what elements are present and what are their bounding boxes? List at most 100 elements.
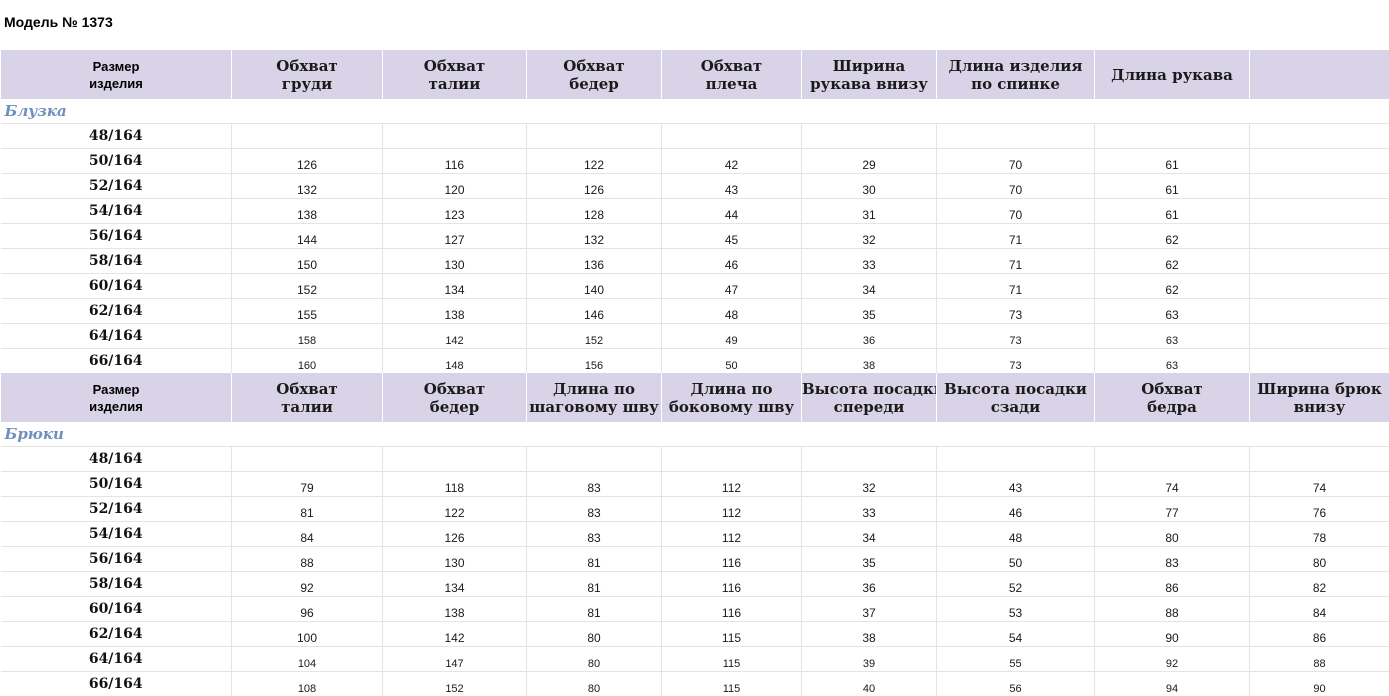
header-line: рукава внизу (802, 75, 936, 93)
value-cell: 138 (383, 597, 527, 622)
value-cell: 138 (232, 199, 383, 224)
value-cell (1095, 447, 1250, 472)
header-line: плеча (662, 75, 801, 93)
table-row: 54/16413812312844317061 (1, 199, 1389, 224)
value-cell: 33 (802, 497, 937, 522)
value-cell (383, 447, 527, 472)
value-cell (937, 124, 1095, 149)
value-cell: 77 (1095, 497, 1250, 522)
value-cell: 120 (383, 174, 527, 199)
value-cell: 86 (1095, 572, 1250, 597)
pants-section-label: Брюки (1, 422, 1389, 447)
blouse-section-row: Блузка (1, 99, 1389, 124)
value-cell: 79 (232, 472, 383, 497)
value-cell: 73 (937, 349, 1095, 374)
value-cell (232, 124, 383, 149)
value-cell: 150 (232, 249, 383, 274)
value-cell: 152 (383, 672, 527, 696)
value-cell (662, 124, 802, 149)
value-cell: 31 (802, 199, 937, 224)
size-cell: 66/164 (1, 672, 232, 696)
header-line: по спинке (937, 75, 1094, 93)
value-cell: 116 (662, 597, 802, 622)
size-cell: 48/164 (1, 124, 232, 149)
value-cell (383, 124, 527, 149)
value-cell: 112 (662, 472, 802, 497)
value-cell: 83 (527, 497, 662, 522)
blouse-header-row: РазмеризделияОбхватгрудиОбхватталииОбхва… (1, 50, 1389, 99)
table-row: 66/16416014815650387363 (1, 349, 1389, 374)
value-cell (1095, 124, 1250, 149)
value-cell: 63 (1095, 324, 1250, 349)
value-cell: 122 (527, 149, 662, 174)
value-cell: 80 (1095, 522, 1250, 547)
header-line: Ширина (802, 57, 936, 75)
value-cell: 50 (937, 547, 1095, 572)
size-cell: 52/164 (1, 174, 232, 199)
value-cell: 86 (1250, 622, 1389, 647)
size-cell: 48/164 (1, 447, 232, 472)
size-cell: 54/164 (1, 199, 232, 224)
value-cell: 43 (937, 472, 1095, 497)
value-cell: 83 (527, 472, 662, 497)
header-line: Высота посадки (802, 380, 936, 398)
value-cell: 140 (527, 274, 662, 299)
value-cell: 62 (1095, 274, 1250, 299)
pants-section-row: Брюки (1, 422, 1389, 447)
size-chart-table: РазмеризделияОбхватгрудиОбхватталииОбхва… (0, 50, 1389, 696)
value-cell: 32 (802, 224, 937, 249)
value-cell: 80 (1250, 547, 1389, 572)
value-cell: 61 (1095, 174, 1250, 199)
value-cell: 35 (802, 547, 937, 572)
size-cell: 58/164 (1, 249, 232, 274)
value-cell: 138 (383, 299, 527, 324)
table-row: 52/16413212012643307061 (1, 174, 1389, 199)
value-cell: 81 (232, 497, 383, 522)
pants-header-cell: Обхватбедер (383, 373, 527, 422)
value-cell: 112 (662, 497, 802, 522)
value-cell: 88 (1095, 597, 1250, 622)
size-cell: 62/164 (1, 622, 232, 647)
value-cell (662, 447, 802, 472)
value-cell: 49 (662, 324, 802, 349)
value-cell: 70 (937, 149, 1095, 174)
value-cell: 118 (383, 472, 527, 497)
value-cell: 71 (937, 274, 1095, 299)
value-cell: 126 (527, 174, 662, 199)
value-cell: 71 (937, 249, 1095, 274)
value-cell: 56 (937, 672, 1095, 696)
value-cell: 73 (937, 299, 1095, 324)
value-cell: 82 (1250, 572, 1389, 597)
value-cell: 34 (802, 522, 937, 547)
pants-header-cell: Обхватбедра (1095, 373, 1250, 422)
header-line: бедра (1095, 398, 1249, 416)
value-cell: 62 (1095, 249, 1250, 274)
value-cell: 63 (1095, 349, 1250, 374)
pants-header-cell: Длина побоковому шву (662, 373, 802, 422)
header-line: Обхват (1095, 380, 1249, 398)
size-cell: 64/164 (1, 647, 232, 672)
value-cell: 92 (232, 572, 383, 597)
value-cell: 90 (1095, 622, 1250, 647)
value-cell: 80 (527, 672, 662, 696)
value-cell: 76 (1250, 497, 1389, 522)
table-row: 56/16414412713245327162 (1, 224, 1389, 249)
blouse-header-cell: Обхватгруди (232, 50, 383, 99)
value-cell: 116 (662, 572, 802, 597)
value-cell (1250, 324, 1389, 349)
table-row: 62/16415513814648357363 (1, 299, 1389, 324)
model-title: Модель № 1373 (4, 14, 113, 30)
value-cell: 128 (527, 199, 662, 224)
value-cell: 74 (1095, 472, 1250, 497)
header-line: бедер (383, 398, 526, 416)
value-cell: 39 (802, 647, 937, 672)
table-row: 56/164881308111635508380 (1, 547, 1389, 572)
pants-header-cell: Ширина брюквнизу (1250, 373, 1389, 422)
header-line: Обхват (527, 57, 661, 75)
value-cell (1250, 274, 1389, 299)
blouse-header-cell: Обхватталии (383, 50, 527, 99)
value-cell: 37 (802, 597, 937, 622)
value-cell: 115 (662, 647, 802, 672)
header-line: изделия (1, 75, 231, 92)
blouse-header-cell: Длина рукава (1095, 50, 1250, 99)
